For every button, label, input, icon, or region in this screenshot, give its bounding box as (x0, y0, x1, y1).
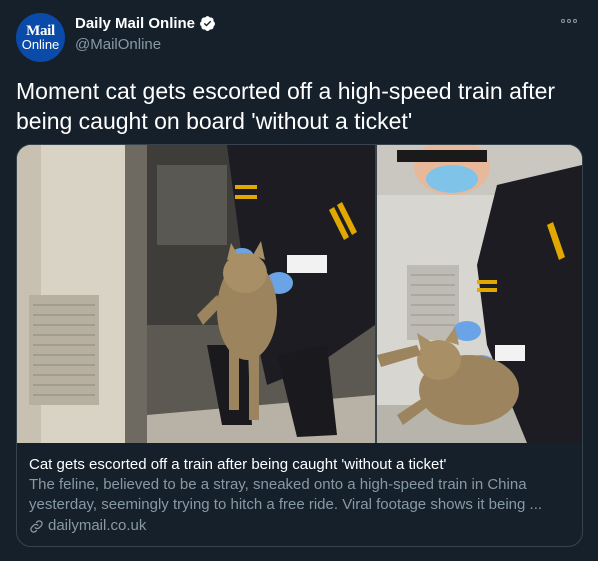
author-handle[interactable]: @MailOnline (75, 36, 161, 53)
card-description: The feline, believed to be a stray, snea… (29, 476, 543, 513)
tweet-text: Moment cat gets escorted off a high-spee… (16, 78, 556, 134)
card-domain: dailymail.co.uk (29, 516, 570, 536)
card-image-right[interactable] (377, 145, 582, 443)
tweet[interactable]: Mail Online Daily Mail Online @MailOnlin… (0, 0, 598, 561)
avatar-logo-line2: Online (21, 36, 60, 52)
verified-badge-icon (200, 16, 215, 31)
avatar[interactable]: Mail Online (16, 13, 65, 62)
author-name-row: Daily Mail Online (75, 15, 216, 32)
card-image-left[interactable] (17, 145, 375, 443)
link-icon (30, 519, 43, 533)
card-media[interactable] (17, 145, 582, 443)
card-title: Cat gets escorted off a train after bein… (29, 456, 447, 473)
avatar-logo-line1: Mail (26, 22, 55, 39)
card-info[interactable]: Cat gets escorted off a train after bein… (17, 443, 582, 546)
display-name[interactable]: Daily Mail Online (75, 15, 195, 32)
more-options-icon[interactable] (558, 14, 580, 28)
link-card[interactable]: Cat gets escorted off a train after bein… (16, 144, 583, 547)
card-domain-text: dailymail.co.uk (48, 517, 147, 534)
